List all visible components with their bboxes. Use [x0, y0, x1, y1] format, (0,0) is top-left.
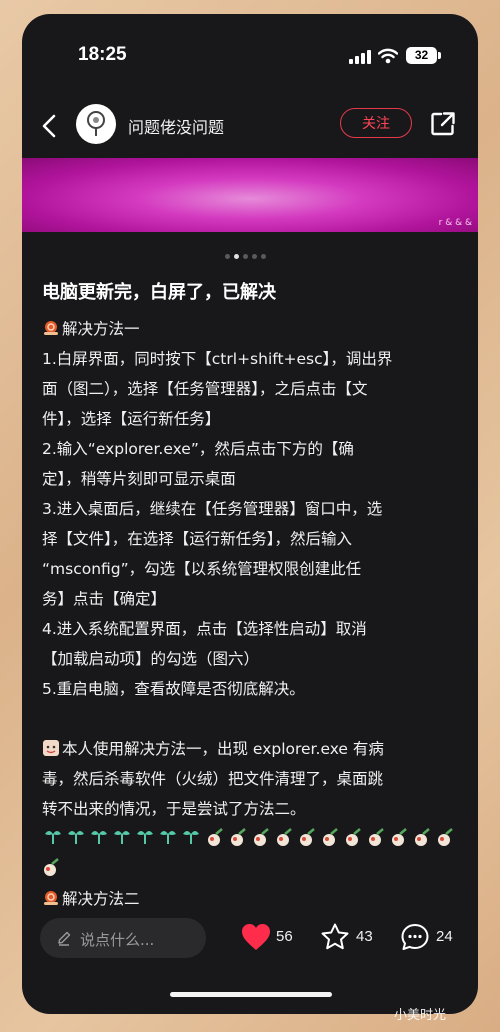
content-line: 解决方法二	[42, 884, 462, 914]
carousel-dot-active	[234, 254, 239, 259]
post-image[interactable]: r & & &	[22, 158, 478, 232]
content-line: 毒，然后杀毒软件（火绒）把文件清理了，桌面跳	[42, 770, 384, 788]
cellular-signal-icon	[349, 50, 371, 64]
post-body: 解决方法一 1.白屏界面，同时按下【ctrl+shift+esc】，调出界 面（…	[42, 314, 462, 914]
author-avatar[interactable]	[76, 104, 116, 144]
content-line: 1.白屏界面，同时按下【ctrl+shift+esc】，调出界	[42, 350, 393, 368]
content-line: 3.进入桌面后，继续在【任务管理器】窗口中，选	[42, 500, 383, 518]
content-line: 择【文件】，在选择【运行新任务】，然后输入	[42, 530, 353, 548]
comment-count: 24	[436, 928, 453, 945]
status-time: 18:25	[78, 44, 127, 65]
image-caption: r & & &	[438, 218, 472, 228]
emoji-row	[42, 854, 462, 884]
content-line: 本人使用解决方法一，出现 explorer.exe 有病	[42, 734, 462, 764]
content-line: 解决方法一	[42, 314, 462, 344]
content-line: 2.输入“explorer.exe”，然后点击下方的【确	[42, 440, 354, 458]
content-line: 件】，选择【运行新任务】	[42, 410, 221, 428]
favorite-star-icon[interactable]	[320, 922, 350, 952]
comment-input[interactable]: 说点什么...	[40, 918, 206, 958]
radish-emoji-icon	[44, 858, 59, 876]
pencil-icon	[58, 931, 71, 946]
face-emoji-icon	[43, 740, 59, 756]
content-line: “msconfig”，勾选【以系统管理权限创建此任	[42, 560, 362, 578]
comment-placeholder: 说点什么...	[80, 931, 155, 949]
content-line: 【加载启动项】的勾选（图六）	[42, 650, 260, 668]
content-line: 务】点击【确定】	[42, 590, 167, 608]
sprout-and-radish-emoji-icons	[45, 828, 453, 846]
wifi-icon	[378, 48, 398, 64]
battery-indicator: 32	[406, 47, 437, 64]
post-header: 问题佬没问题 关注	[22, 102, 478, 146]
share-icon[interactable]	[430, 111, 456, 137]
phone-screen: 18:25 32 问题佬没问题 关注 r & & & 电脑更新完，白屏了，已解决…	[22, 14, 478, 1014]
content-line	[42, 704, 462, 734]
post-title: 电脑更新完，白屏了，已解决	[42, 282, 276, 303]
avatar-icon	[87, 111, 105, 136]
battery-tip	[438, 52, 441, 59]
carousel-dot	[261, 254, 266, 259]
snail-emoji-icon	[44, 891, 58, 905]
content-line: 定】，稍等片刻即可显示桌面	[42, 470, 236, 488]
like-heart-icon[interactable]	[240, 922, 272, 952]
watermark: 小美时光	[394, 1008, 447, 1023]
emoji-row	[42, 824, 462, 854]
status-bar: 18:25 32	[22, 14, 478, 94]
author-name[interactable]: 问题佬没问题	[128, 114, 224, 138]
carousel-dot	[252, 254, 257, 259]
favorite-count: 43	[356, 928, 373, 945]
carousel-dot	[225, 254, 230, 259]
home-indicator[interactable]	[170, 992, 332, 997]
back-arrow-icon[interactable]	[42, 114, 56, 138]
content-line: 4.进入系统配置界面，点击【选择性启动】取消	[42, 620, 367, 638]
content-line: 面（图二），选择【任务管理器】，之后点击【文	[42, 380, 368, 398]
action-bar: 说点什么... 56 43 24	[22, 912, 478, 968]
content-line: 5.重启电脑，查看故障是否彻底解决。	[42, 680, 305, 698]
carousel-dot	[243, 254, 248, 259]
follow-button[interactable]: 关注	[340, 108, 412, 138]
snail-emoji-icon	[44, 321, 58, 335]
comment-bubble-icon[interactable]	[400, 922, 430, 952]
content-line: 转不出来的情况，于是尝试了方法二。	[42, 800, 306, 818]
like-count: 56	[276, 928, 293, 945]
